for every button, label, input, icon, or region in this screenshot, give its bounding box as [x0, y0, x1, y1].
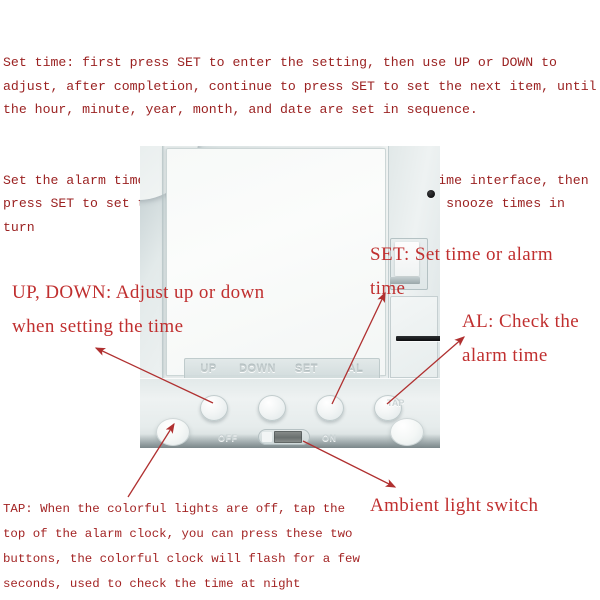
device-label-set: SET — [295, 363, 318, 375]
device-label-tap: TAP — [387, 398, 405, 408]
callout-tap-note: TAP: When the colorful lights are off, t… — [3, 502, 368, 591]
device-button-set[interactable] — [316, 395, 344, 421]
device-label-down: DOWN — [239, 363, 276, 375]
callout-ambient-switch: Ambient light switch — [370, 495, 539, 516]
battery-slot — [396, 336, 440, 341]
instruction-paragraph-1: Set time: first press SET to enter the s… — [3, 55, 597, 117]
ambient-light-switch-knob[interactable] — [274, 431, 302, 443]
device-tap-button-right[interactable] — [390, 418, 424, 446]
ambient-light-switch-nub — [262, 432, 272, 442]
device-button-down[interactable] — [258, 395, 286, 421]
screw-hole-icon — [427, 190, 435, 198]
button-label-bar: UP DOWN SET AL — [184, 358, 380, 380]
switch-label-on: ON — [322, 433, 337, 443]
device-label-al: AL — [347, 363, 364, 375]
device-label-up: UP — [200, 363, 217, 375]
callout-up-down: UP, DOWN: Adjust up or down when setting… — [12, 282, 265, 337]
device-button-up[interactable] — [200, 395, 228, 421]
callout-set: SET: Set time or alarm time — [370, 244, 554, 299]
callout-al: AL: Check the alarm time — [462, 311, 580, 366]
switch-label-off: OFF — [218, 433, 238, 443]
device-tap-button-left[interactable] — [156, 418, 190, 446]
